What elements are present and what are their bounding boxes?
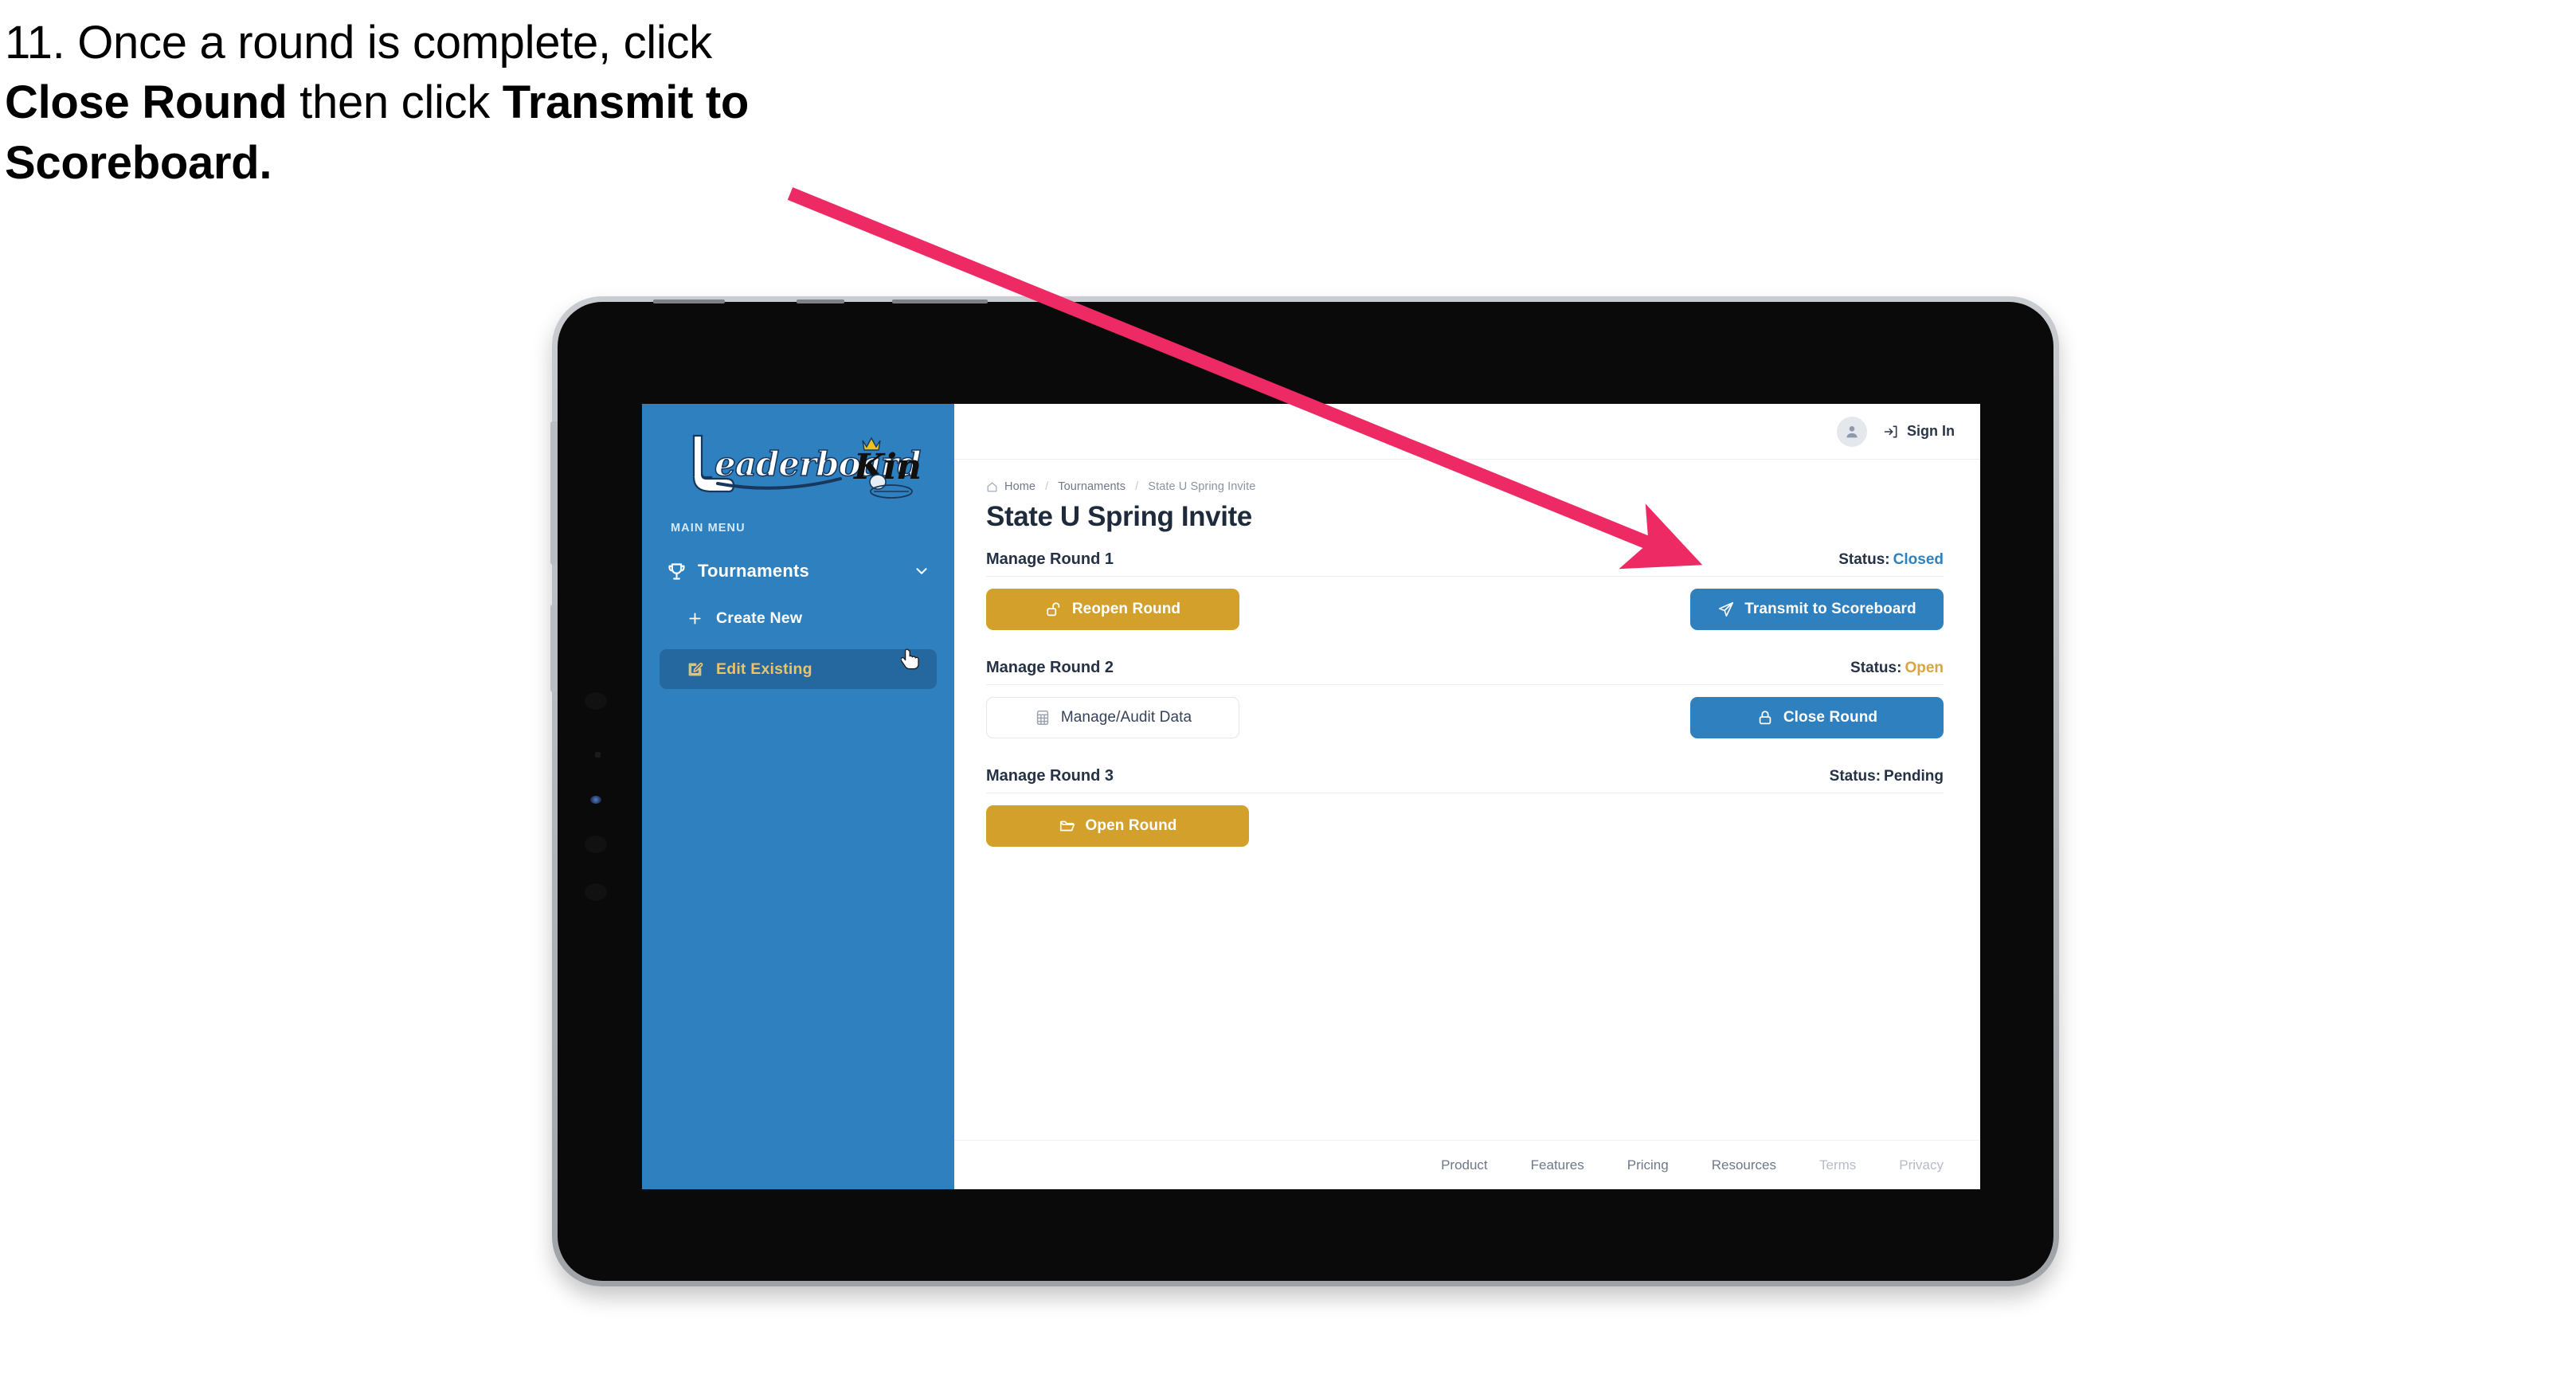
- tablet-power-button[interactable]: [550, 605, 558, 692]
- footer-link-features[interactable]: Features: [1531, 1157, 1584, 1173]
- round-2-status-value: Open: [1905, 660, 1944, 676]
- tablet-device-frame: eaderboard King: [550, 296, 2059, 1286]
- footer-link-product[interactable]: Product: [1441, 1157, 1488, 1173]
- paper-plane-icon: [1719, 601, 1734, 617]
- breadcrumb-separator-2: /: [1135, 480, 1139, 493]
- reopen-round-button[interactable]: Reopen Round: [986, 589, 1239, 630]
- footer-link-pricing[interactable]: Pricing: [1627, 1157, 1669, 1173]
- transmit-to-scoreboard-label: Transmit to Scoreboard: [1744, 601, 1916, 617]
- chevron-down-icon[interactable]: [913, 562, 930, 580]
- sidebar-item-create-new[interactable]: Create New: [660, 598, 937, 638]
- round-2-actions: Manage/Audit Data Close Round: [986, 697, 1944, 738]
- round-1-title: Manage Round 1: [986, 550, 1114, 568]
- footer-link-resources[interactable]: Resources: [1712, 1157, 1776, 1173]
- sidebar-item-edit-existing-label: Edit Existing: [716, 660, 812, 678]
- round-block-1: Manage Round 1 Status: Closed Reopen Rou…: [986, 550, 1944, 630]
- page-title: State U Spring Invite: [986, 501, 1252, 532]
- table-grid-icon: [1036, 711, 1048, 725]
- main-content: Sign In Home / Tournaments / State U Spr…: [954, 404, 1980, 1189]
- round-block-2: Manage Round 2 Status: Open Manage/Audit…: [986, 659, 1944, 738]
- manage-audit-data-label: Manage/Audit Data: [1060, 709, 1192, 726]
- round-2-header: Manage Round 2 Status: Open: [986, 659, 1944, 685]
- sign-in-label: Sign In: [1907, 423, 1955, 439]
- breadcrumb-item-tournaments[interactable]: Tournaments: [1058, 480, 1126, 493]
- tablet-microphone: [595, 752, 601, 758]
- home-icon: [987, 482, 997, 491]
- tablet-bezel-dot-2: [585, 836, 607, 853]
- footer-link-terms[interactable]: Terms: [1819, 1157, 1856, 1173]
- open-round-label: Open Round: [1085, 817, 1177, 834]
- tablet-volume-button[interactable]: [550, 421, 558, 565]
- breadcrumb: Home / Tournaments / State U Spring Invi…: [986, 480, 1944, 493]
- reopen-round-label: Reopen Round: [1071, 601, 1181, 617]
- round-2-status: Status: Open: [1850, 660, 1944, 677]
- breadcrumb-separator-1: /: [1045, 480, 1049, 493]
- tablet-bezel-dot-3: [585, 883, 607, 901]
- round-1-actions: Reopen Round Transmit to Scoreboard: [986, 589, 1944, 630]
- round-block-3: Manage Round 3 Status: Pending Open Roun…: [986, 767, 1944, 847]
- user-avatar-icon: [1846, 425, 1858, 437]
- tablet-top-sensor-2: [797, 300, 844, 303]
- close-round-label: Close Round: [1783, 709, 1878, 726]
- sidebar-item-edit-existing[interactable]: Edit Existing: [660, 649, 937, 689]
- sidebar-section-label: MAIN MENU: [671, 522, 746, 534]
- footer: Product Features Pricing Resources Terms…: [954, 1140, 1980, 1189]
- round-2-status-label: Status:: [1850, 660, 1902, 676]
- round-1-status: Status: Closed: [1838, 551, 1944, 569]
- sidebar: eaderboard King: [642, 404, 954, 1189]
- open-round-button[interactable]: Open Round: [986, 805, 1249, 847]
- breadcrumb-item-current: State U Spring Invite: [1148, 480, 1256, 493]
- round-1-status-label: Status:: [1838, 551, 1890, 568]
- brand-logo[interactable]: eaderboard King: [642, 421, 954, 511]
- round-3-status: Status: Pending: [1830, 768, 1944, 785]
- mouse-cursor-pointer-icon: [901, 648, 919, 670]
- round-3-actions: Open Round: [986, 805, 1944, 847]
- unlock-icon: [1047, 602, 1060, 617]
- tablet-top-sensor-3: [892, 300, 988, 303]
- sign-in-icon: [1884, 425, 1897, 437]
- avatar[interactable]: [1837, 416, 1867, 447]
- leaderboard-king-logo-icon: eaderboard King: [692, 434, 922, 499]
- caption-text-2: then click: [287, 76, 503, 129]
- transmit-to-scoreboard-button[interactable]: Transmit to Scoreboard: [1690, 589, 1944, 630]
- screenshot-canvas: 11. Once a round is complete, click Clos…: [0, 0, 2576, 1386]
- svg-text:King: King: [852, 447, 922, 487]
- round-2-title: Manage Round 2: [986, 659, 1114, 676]
- footer-link-privacy[interactable]: Privacy: [1899, 1157, 1944, 1173]
- close-round-button[interactable]: Close Round: [1690, 697, 1944, 738]
- page-body: Home / Tournaments / State U Spring Invi…: [954, 460, 1980, 1140]
- plus-icon: [689, 612, 701, 624]
- caption-text-1: 11. Once a round is complete, click: [5, 17, 712, 69]
- tablet-bezel: eaderboard King: [550, 300, 2053, 1281]
- round-3-title: Manage Round 3: [986, 767, 1114, 785]
- round-3-header: Manage Round 3 Status: Pending: [986, 767, 1944, 793]
- caption-bold-close-round: Close Round: [5, 76, 288, 129]
- round-1-status-value: Closed: [1893, 551, 1944, 568]
- open-folder-icon: [1059, 820, 1075, 832]
- pencil-square-icon: [688, 662, 703, 675]
- tablet-status-led: [590, 796, 601, 804]
- lock-icon: [1759, 711, 1771, 725]
- top-bar: Sign In: [954, 404, 1980, 460]
- sidebar-item-create-new-label: Create New: [716, 609, 803, 627]
- round-1-header: Manage Round 1 Status: Closed: [986, 550, 1944, 577]
- manage-audit-data-button[interactable]: Manage/Audit Data: [986, 697, 1239, 738]
- trophy-icon: [668, 562, 685, 580]
- instruction-caption: 11. Once a round is complete, click Clos…: [5, 13, 849, 193]
- sidebar-group-tournaments[interactable]: Tournaments: [666, 555, 930, 587]
- sidebar-group-label: Tournaments: [698, 561, 809, 581]
- breadcrumb-item-home[interactable]: Home: [1004, 480, 1035, 493]
- round-3-status-label: Status:: [1829, 768, 1881, 785]
- sign-in-button[interactable]: Sign In: [1883, 423, 1955, 440]
- tablet-bezel-dot-1: [585, 692, 607, 710]
- tablet-top-sensor: [653, 300, 725, 303]
- round-3-status-value: Pending: [1884, 768, 1944, 785]
- tablet-screen: eaderboard King: [642, 404, 1980, 1189]
